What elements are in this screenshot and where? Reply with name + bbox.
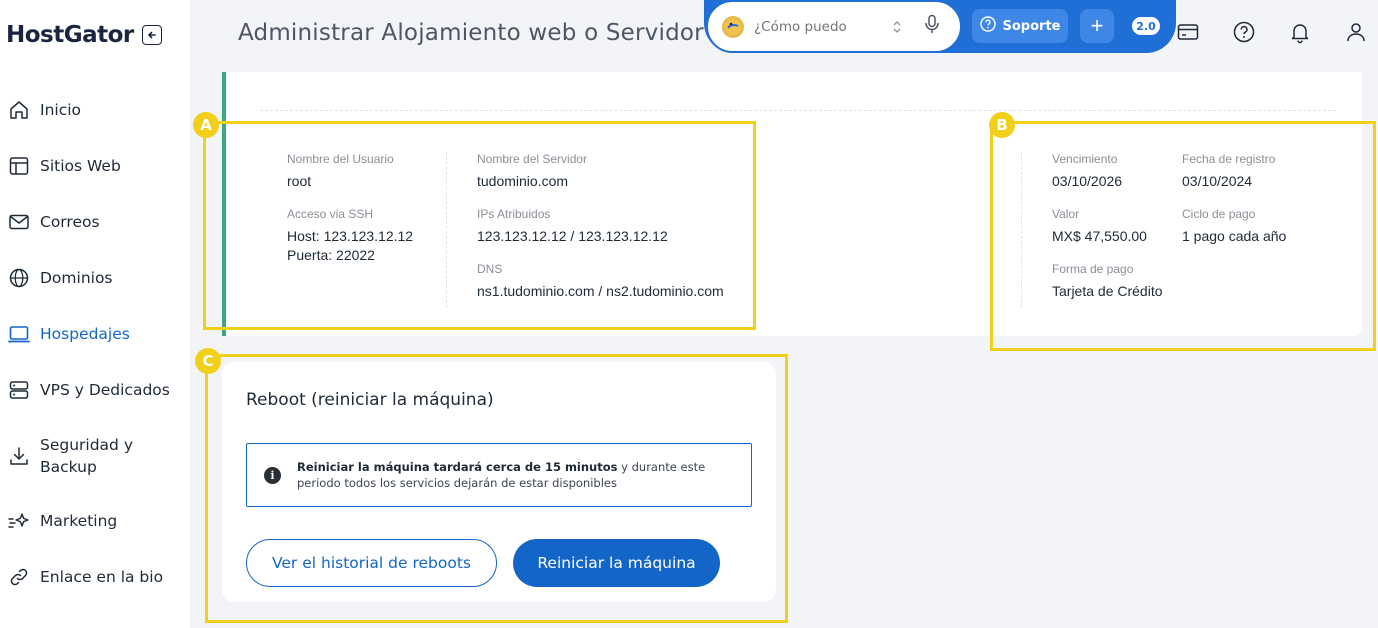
sidebar-nav: Inicio Sitios Web Correos Dominios Hospe… [0, 82, 190, 605]
sidebar-item-seguridad-backup[interactable]: Seguridad y Backup [0, 418, 190, 493]
version-badge: 2.0 [1132, 17, 1160, 35]
sidebar-item-label: Enlace en la bio [40, 568, 164, 586]
registration-value: 03/10/2024 [1182, 173, 1253, 189]
alert-text: Reiniciar la máquina tardará cerca de 15… [297, 459, 737, 491]
ips-value: 123.123.12.12 / 123.123.12.12 [477, 228, 668, 244]
column-divider [446, 152, 447, 308]
server-name-field: Nombre del Servidor tudominio.com [477, 151, 767, 190]
sidebar-item-label: VPS y Dedicados [40, 381, 170, 399]
ips-label: IPs Atribuidos [477, 207, 551, 221]
help-circle-icon [979, 16, 996, 36]
sidebar: HostGator Inicio Sitios Web Correos Domi… [0, 0, 190, 628]
expiration-field: Vencimiento 03/10/2026 [1052, 151, 1172, 190]
microphone-icon[interactable] [924, 14, 940, 39]
cycle-label: Ciclo de pago [1182, 207, 1256, 221]
reboot-machine-button[interactable]: Reiniciar la máquina [513, 539, 720, 587]
reboot-card: Reboot (reiniciar la máquina) i Reinicia… [222, 362, 776, 602]
bell-icon[interactable] [1288, 20, 1312, 44]
server-column: Nombre del Servidor tudominio.com IPs At… [477, 151, 767, 316]
marker-b: B [989, 112, 1015, 138]
sidebar-item-vps-dedicados[interactable]: VPS y Dedicados [0, 362, 190, 418]
price-label: Valor [1052, 207, 1080, 221]
assistant-search[interactable] [706, 0, 962, 53]
sparkle-icon [8, 510, 30, 532]
sidebar-item-label: Correos [40, 213, 100, 231]
brand-name: HostGator [6, 22, 134, 48]
ips-field: IPs Atribuidos 123.123.12.12 / 123.123.1… [477, 206, 767, 245]
sidebar-item-label: Marketing [40, 512, 118, 530]
globe-icon [8, 267, 30, 289]
divider [260, 110, 1336, 111]
sidebar-item-inicio[interactable]: Inicio [0, 82, 190, 138]
registration-field: Fecha de registro 03/10/2024 [1182, 151, 1332, 190]
home-icon [8, 99, 30, 121]
billing-card-icon[interactable] [1176, 20, 1200, 44]
sidebar-item-sitios-web[interactable]: Sitios Web [0, 138, 190, 194]
layout-icon [8, 155, 30, 177]
user-icon[interactable] [1344, 20, 1368, 44]
assistant-input[interactable] [754, 18, 884, 35]
billing-column-right: Fecha de registro 03/10/2024 Ciclo de pa… [1182, 151, 1332, 261]
column-divider [1021, 152, 1022, 308]
username-value: root [287, 173, 312, 189]
info-icon: i [264, 467, 281, 484]
gator-mascot-icon [722, 15, 744, 38]
ssh-port: Puerta: 22022 [287, 247, 375, 263]
payment-value: Tarjeta de Crédito [1052, 283, 1163, 299]
user-column: Nombre del Usuario root Acceso via SSH H… [287, 151, 437, 280]
sidebar-item-label: Seguridad y Backup [40, 435, 133, 476]
page-title: Administrar Alojamiento web o Servidor [238, 20, 704, 46]
server-name-value: tudominio.com [477, 173, 569, 189]
support-button[interactable]: Soporte [972, 9, 1068, 43]
server-name-label: Nombre del Servidor [477, 152, 588, 166]
sidebar-item-correos[interactable]: Correos [0, 194, 190, 250]
assistant-bar: Soporte + 2.0 [704, 0, 1176, 53]
sidebar-item-hospedajes[interactable]: Hospedajes [0, 306, 190, 362]
link-icon [8, 566, 30, 588]
sort-arrows-icon[interactable] [892, 20, 902, 34]
collapse-sidebar-icon[interactable] [141, 25, 162, 45]
reboot-title: Reboot (reiniciar la máquina) [246, 390, 494, 410]
sidebar-item-dominios[interactable]: Dominios [0, 250, 190, 306]
username-field: Nombre del Usuario root [287, 151, 437, 190]
alert-bold-text: Reiniciar la máquina tardará cerca de 15… [297, 460, 618, 474]
expiration-label: Vencimiento [1052, 152, 1118, 166]
ssh-field: Acceso via SSH Host: 123.123.12.12 Puert… [287, 206, 437, 264]
sidebar-item-label: Sitios Web [40, 157, 121, 175]
reboot-history-button[interactable]: Ver el historial de reboots [246, 539, 497, 587]
ssh-label: Acceso via SSH [287, 207, 374, 221]
registration-label: Fecha de registro [1182, 152, 1276, 166]
ssh-host: Host: 123.123.12.12 [287, 228, 414, 244]
sidebar-item-enlace-bio[interactable]: Enlace en la bio [0, 549, 190, 605]
plus-icon: + [1090, 13, 1104, 38]
price-field: Valor MX$ 47,550.00 [1052, 206, 1172, 245]
marker-c: C [195, 348, 221, 374]
sidebar-item-label: Dominios [40, 269, 113, 287]
marker-a: A [193, 112, 219, 138]
cycle-field: Ciclo de pago 1 pago cada año [1182, 206, 1332, 245]
expiration-value: 03/10/2026 [1052, 173, 1123, 189]
sidebar-item-label: Inicio [40, 101, 82, 119]
logo[interactable]: HostGator [6, 22, 162, 48]
dns-value: ns1.tudominio.com / ns2.tudominio.com [477, 283, 724, 299]
sidebar-item-marketing[interactable]: Marketing [0, 493, 190, 549]
download-icon [8, 445, 30, 467]
dns-label: DNS [477, 262, 503, 276]
dns-field: DNS ns1.tudominio.com / ns2.tudominio.co… [477, 261, 767, 300]
payment-label: Forma de pago [1052, 262, 1134, 276]
price-value: MX$ 47,550.00 [1052, 228, 1147, 244]
cycle-value: 1 pago cada año [1182, 228, 1287, 244]
server-info-card: Nombre del Usuario root Acceso via SSH H… [222, 72, 1362, 336]
server-icon [8, 379, 30, 401]
hosting-icon [8, 323, 30, 345]
username-label: Nombre del Usuario [287, 152, 394, 166]
sidebar-item-label: Hospedajes [40, 325, 130, 343]
reboot-alert: i Reiniciar la máquina tardará cerca de … [246, 443, 752, 507]
payment-field: Forma de pago Tarjeta de Crédito [1052, 261, 1172, 300]
help-icon[interactable] [1232, 20, 1256, 44]
support-label: Soporte [1002, 18, 1061, 34]
add-button[interactable]: + [1080, 9, 1114, 43]
mail-icon [8, 211, 30, 233]
billing-column-left: Vencimiento 03/10/2026 Valor MX$ 47,550.… [1052, 151, 1172, 316]
